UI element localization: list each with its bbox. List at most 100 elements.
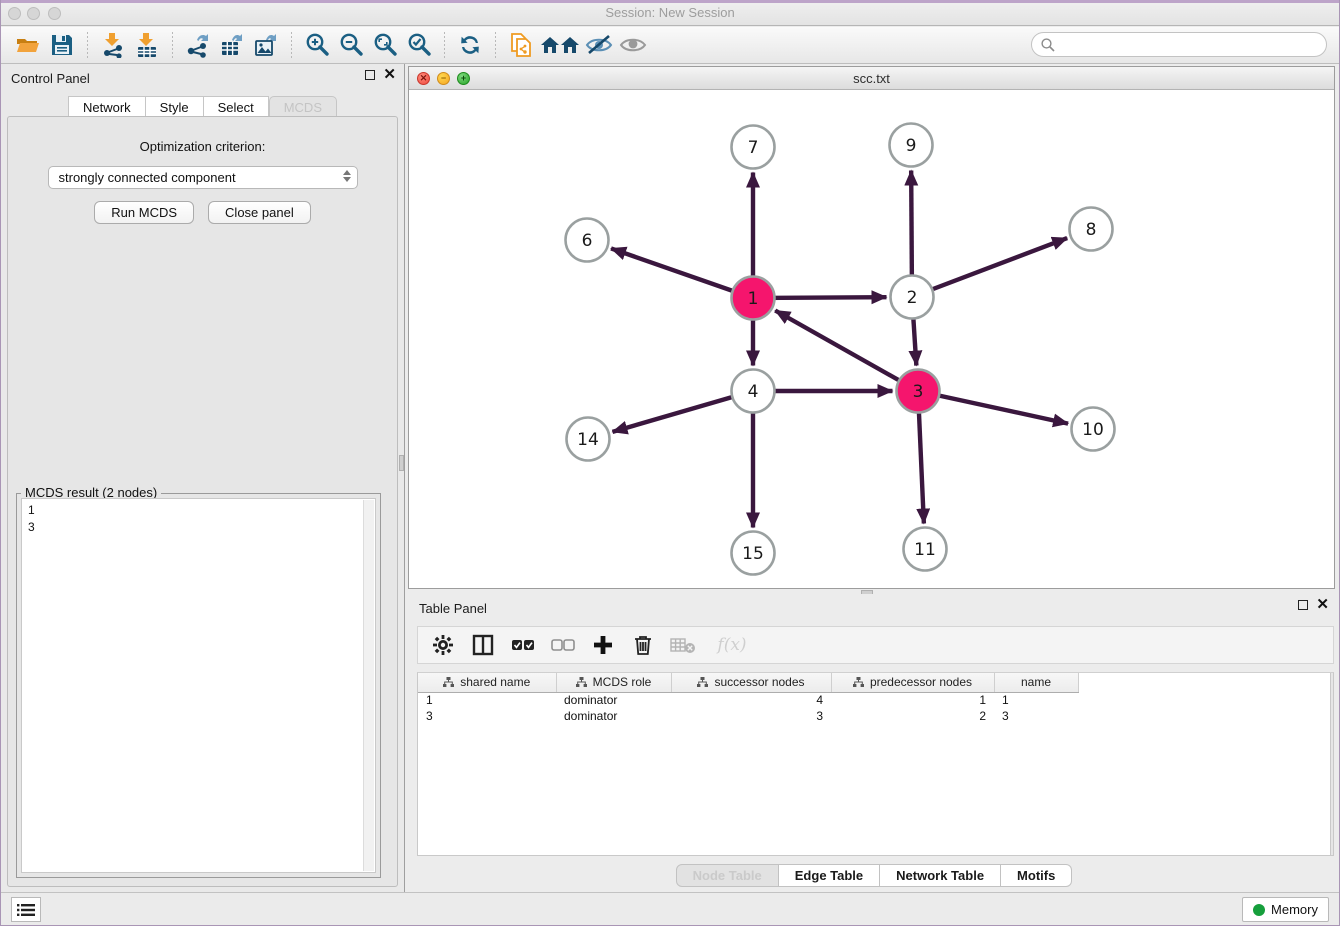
result-scrollbar[interactable] [363,500,374,871]
table-row[interactable]: 3 dominator 3 2 3 [418,708,1078,724]
status-bar: Memory [1,892,1339,925]
mcds-result-group: MCDS result (2 nodes) 1 3 [16,493,381,878]
table-panel-title: Table Panel [419,601,487,616]
memory-button[interactable]: Memory [1242,897,1329,922]
edge-3-10[interactable] [918,391,1068,424]
table-scrollbar[interactable] [1330,673,1333,855]
column-header-shared-name[interactable]: shared name [418,673,556,692]
cell-successor-nodes[interactable]: 4 [671,692,831,708]
deselect-all-checkboxes-icon[interactable] [550,632,576,658]
column-header-predecessor-nodes[interactable]: predecessor nodes [831,673,994,692]
float-panel-icon[interactable] [365,70,375,80]
zoom-out-icon[interactable] [334,30,368,60]
edge-2-8[interactable] [912,238,1067,297]
cell-successor-nodes[interactable]: 3 [671,708,831,724]
close-panel-icon[interactable]: ✕ [1316,600,1329,610]
dropdown-value: strongly connected component [59,170,236,185]
table-toolbar: f(x) [417,626,1334,664]
table-settings-gear-icon[interactable] [430,632,456,658]
cell-shared-name[interactable]: 1 [418,692,556,708]
close-panel-icon[interactable]: ✕ [383,70,396,80]
tab-edge-table[interactable]: Edge Table [779,864,880,887]
delete-row-trash-icon[interactable] [630,632,656,658]
application-window: Session: New Session [0,0,1340,926]
shared-column-icon [697,677,708,688]
float-panel-icon[interactable] [1298,600,1308,610]
tab-network-table[interactable]: Network Table [880,864,1001,887]
column-header-mcds-role[interactable]: MCDS role [556,673,671,692]
cell-name[interactable]: 1 [994,692,1078,708]
add-row-icon[interactable] [590,632,616,658]
network-window-titlebar[interactable]: ✕ − + scc.txt [409,67,1334,90]
window-title: Session: New Session [1,5,1339,20]
function-builder-icon[interactable]: f(x) [710,632,754,658]
task-history-button[interactable] [11,897,41,922]
search-input[interactable] [1056,35,1326,55]
main-toolbar [1,27,1339,64]
mcds-result-list[interactable]: 1 3 [21,498,376,873]
import-table-icon[interactable] [130,30,164,60]
export-table-icon[interactable] [215,30,249,60]
graph-node-label: 1 [748,289,759,309]
graph-node-label: 4 [748,382,759,402]
network-window-title: scc.txt [409,71,1334,86]
column-header-successor-nodes[interactable]: successor nodes [671,673,831,692]
table-panel-header: Table Panel ✕ [407,594,1340,622]
graph-node-label: 11 [914,540,936,560]
search-field [1031,32,1327,57]
edge-3-1[interactable] [775,311,918,391]
zoom-fit-icon[interactable] [368,30,402,60]
shared-column-icon [443,677,454,688]
toolbar-separator [87,32,88,58]
network-canvas[interactable]: 7968124314101511 [409,90,1334,588]
toolbar-separator [495,32,496,58]
run-mcds-button[interactable]: Run MCDS [94,201,194,224]
split-pane-grip[interactable] [399,455,404,471]
cell-mcds-role[interactable]: dominator [556,708,671,724]
network-view-window: ✕ − + scc.txt 7968124314101511 [408,66,1335,589]
graph-node-label: 8 [1086,220,1097,240]
import-network-icon[interactable] [96,30,130,60]
shared-column-icon [853,677,864,688]
cell-predecessor-nodes[interactable]: 1 [831,692,994,708]
export-image-icon[interactable] [249,30,283,60]
cell-shared-name[interactable]: 3 [418,708,556,724]
cell-predecessor-nodes[interactable]: 2 [831,708,994,724]
hide-selected-eye-icon[interactable] [582,30,616,60]
dropdown-stepper-icon [343,170,351,182]
optimization-criterion-label: Optimization criterion: [8,139,397,154]
home-layout-icon[interactable] [538,30,582,60]
show-all-eye-icon[interactable] [616,30,650,60]
column-header-name[interactable]: name [994,673,1078,692]
duplicate-network-icon[interactable] [504,30,538,60]
save-session-icon[interactable] [45,30,79,60]
zoom-in-icon[interactable] [300,30,334,60]
table-row[interactable]: 1 dominator 4 1 1 [418,692,1078,708]
graph-node-label: 7 [748,138,759,158]
graph-node-label: 9 [906,136,917,156]
select-all-checkboxes-icon[interactable] [510,632,536,658]
close-panel-button[interactable]: Close panel [208,201,311,224]
search-icon [1040,37,1056,53]
mcds-result-item[interactable]: 1 [28,502,369,519]
tab-node-table[interactable]: Node Table [676,864,779,887]
cell-name[interactable]: 3 [994,708,1078,724]
title-bar: Session: New Session [1,0,1339,26]
open-session-icon[interactable] [11,30,45,60]
cell-mcds-role[interactable]: dominator [556,692,671,708]
export-network-icon[interactable] [181,30,215,60]
delete-table-icon[interactable] [670,632,696,658]
refresh-icon[interactable] [453,30,487,60]
graph-node-label: 3 [913,382,924,402]
show-columns-icon[interactable] [470,632,496,658]
optimization-criterion-dropdown[interactable]: strongly connected component [48,166,358,189]
control-panel: Control Panel ✕ Network Style Select MCD… [1,64,405,893]
graph-node-label: 14 [577,430,599,450]
graph-node-label: 10 [1082,420,1104,440]
tab-motifs[interactable]: Motifs [1001,864,1072,887]
control-panel-title: Control Panel [11,71,90,86]
memory-label: Memory [1271,902,1318,917]
mcds-result-item[interactable]: 3 [28,519,369,536]
table-panel-tabs: Node Table Edge Table Network Table Moti… [407,864,1340,887]
zoom-selected-icon[interactable] [402,30,436,60]
